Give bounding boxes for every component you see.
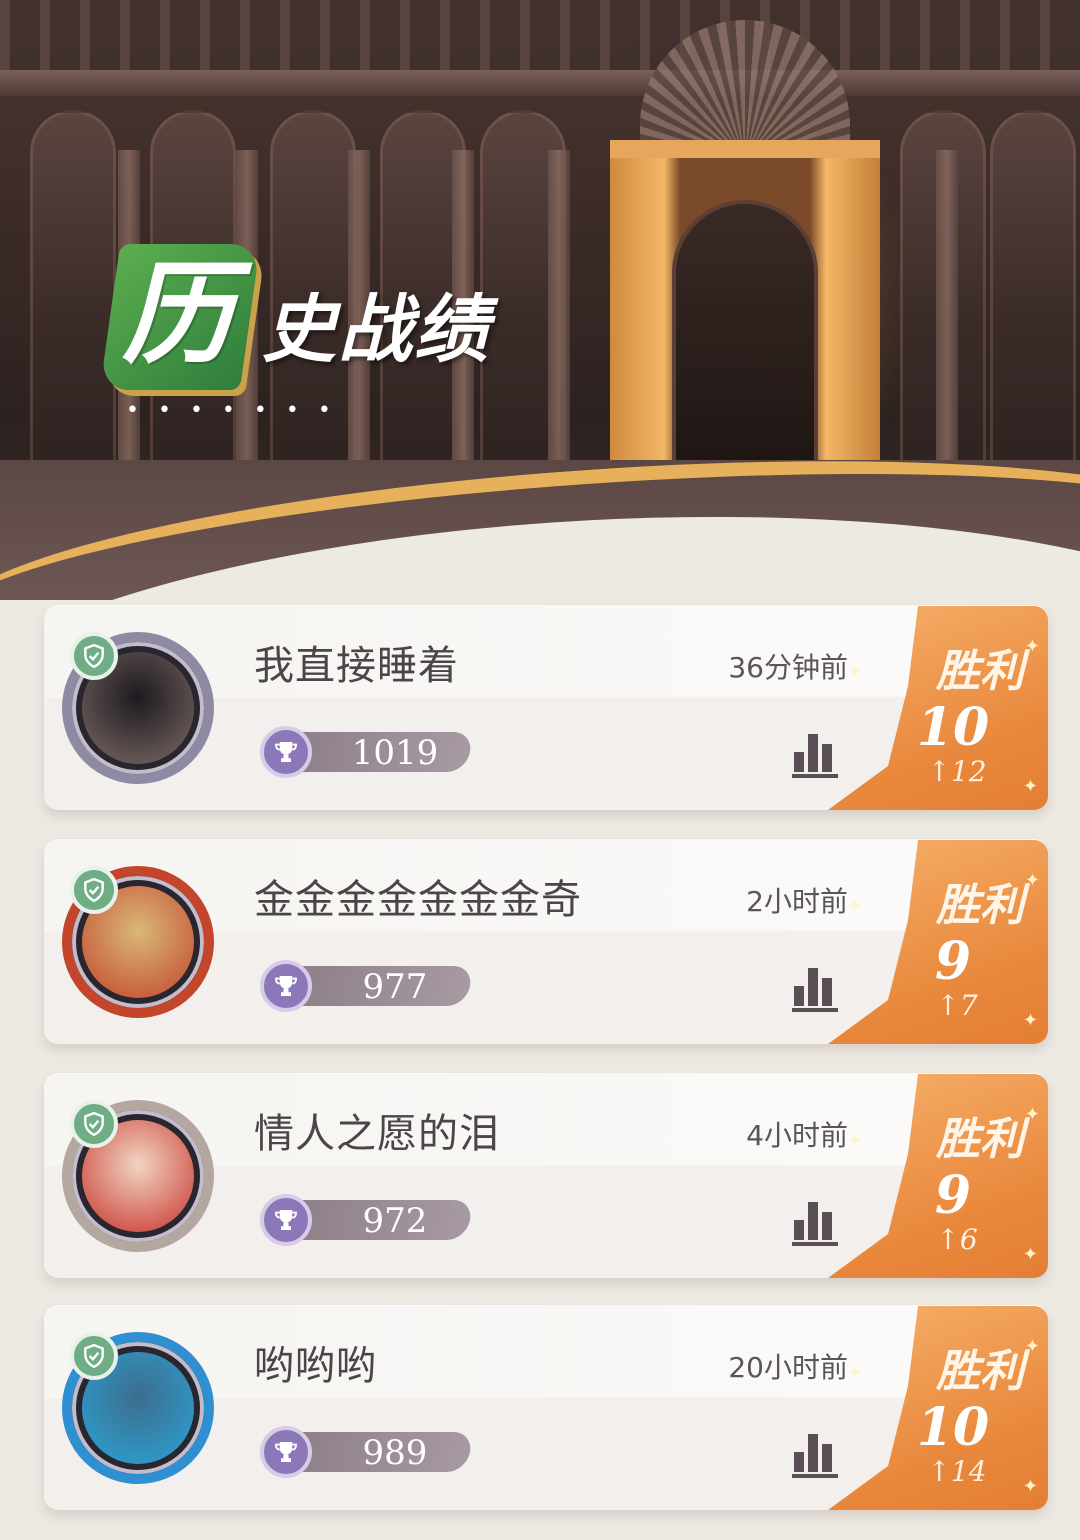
shield-icon bbox=[70, 1332, 118, 1380]
shield-icon bbox=[70, 866, 118, 914]
player-name: 金金金金金金金奇 bbox=[254, 877, 582, 923]
stats-icon[interactable] bbox=[790, 1426, 842, 1478]
result-value: 10 bbox=[916, 697, 990, 758]
player-name: 情人之愿的泪 bbox=[254, 1111, 500, 1157]
result-change: ↑14 bbox=[927, 1455, 987, 1488]
record-card[interactable]: 金金金金金金金奇 2小时前 977 ✦ ✦ ✦ 胜利 9 ↑7 bbox=[44, 840, 1048, 1044]
result-label: 胜利 bbox=[936, 646, 1024, 697]
shield-icon bbox=[70, 1100, 118, 1148]
result-label: 胜利 bbox=[936, 1114, 1024, 1165]
result-change: ↑6 bbox=[936, 1223, 978, 1256]
result-value: 9 bbox=[934, 931, 972, 992]
sparkle-icon: ✦ bbox=[1022, 1244, 1038, 1265]
history-page: 历 史战绩 • • • • • • • 我直接睡着 36分钟前 1019 ✦ ✦… bbox=[0, 0, 1080, 1540]
rank-score: 989 bbox=[362, 1433, 428, 1473]
result-label: 胜利 bbox=[936, 1346, 1024, 1397]
sparkle-icon: ✦ bbox=[1022, 1010, 1038, 1031]
sparkle-icon: ✦ bbox=[846, 896, 862, 917]
rank-score: 972 bbox=[362, 1201, 428, 1241]
rank-score: 1019 bbox=[351, 733, 439, 773]
time-ago: 2小时前 bbox=[746, 885, 848, 918]
trophy-icon bbox=[260, 960, 312, 1012]
stats-icon[interactable] bbox=[790, 1194, 842, 1246]
stats-icon[interactable] bbox=[790, 960, 842, 1012]
result-value: 10 bbox=[916, 1397, 990, 1458]
trophy-icon bbox=[260, 726, 312, 778]
sparkle-icon: ✦ bbox=[1024, 1104, 1040, 1125]
title-dots: • • • • • • • bbox=[126, 398, 337, 423]
sparkle-icon: ✦ bbox=[846, 1130, 862, 1151]
sparkle-icon: ✦ bbox=[1022, 776, 1038, 797]
sparkle-icon: ✦ bbox=[846, 1362, 862, 1383]
player-name: 我直接睡着 bbox=[254, 643, 459, 689]
sparkle-icon: ✦ bbox=[1024, 1336, 1040, 1357]
result-value: 9 bbox=[934, 1165, 972, 1226]
result-change: ↑7 bbox=[936, 989, 978, 1022]
title-first-char: 历 bbox=[122, 249, 234, 380]
result-change: ↑12 bbox=[927, 755, 987, 788]
record-card[interactable]: 情人之愿的泪 4小时前 972 ✦ ✦ ✦ 胜利 9 ↑6 bbox=[44, 1074, 1048, 1278]
banner-pillar bbox=[548, 150, 570, 480]
sparkle-icon: ✦ bbox=[1022, 1476, 1038, 1497]
time-ago: 20小时前 bbox=[728, 1351, 848, 1384]
sparkle-icon: ✦ bbox=[846, 662, 862, 683]
trophy-icon bbox=[260, 1426, 312, 1478]
sparkle-icon: ✦ bbox=[1024, 870, 1040, 891]
banner-arch bbox=[990, 110, 1076, 470]
player-name: 哟哟哟 bbox=[254, 1343, 377, 1389]
trophy-icon bbox=[260, 1194, 312, 1246]
title-rest: 史战绩 bbox=[262, 287, 490, 373]
time-ago: 4小时前 bbox=[746, 1119, 848, 1152]
page-title: 历 史战绩 • • • • • • • bbox=[99, 240, 524, 423]
record-card[interactable]: 哟哟哟 20小时前 989 ✦ ✦ ✦ 胜利 10 ↑14 bbox=[44, 1306, 1048, 1510]
shield-icon bbox=[70, 632, 118, 680]
stats-icon[interactable] bbox=[790, 726, 842, 778]
rank-score: 977 bbox=[362, 967, 428, 1007]
banner-gallery bbox=[0, 0, 1080, 70]
banner-pillar bbox=[936, 150, 958, 480]
time-ago: 36分钟前 bbox=[728, 651, 848, 684]
sparkle-icon: ✦ bbox=[1024, 636, 1040, 657]
record-card[interactable]: 我直接睡着 36分钟前 1019 ✦ ✦ ✦ 胜利 10 ↑12 bbox=[44, 606, 1048, 810]
banner-ledge bbox=[0, 70, 1080, 96]
banner-door bbox=[672, 200, 818, 470]
result-label: 胜利 bbox=[936, 880, 1024, 931]
